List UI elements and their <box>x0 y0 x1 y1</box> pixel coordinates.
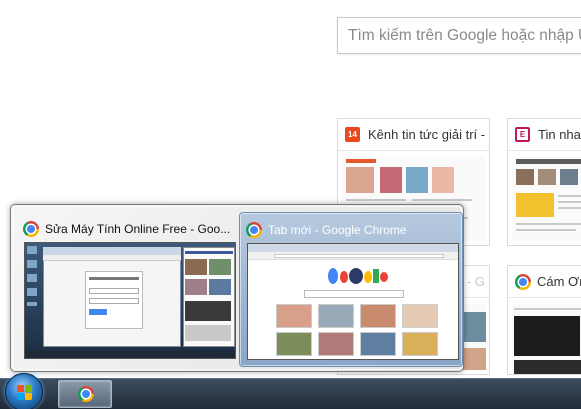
e-news-icon: E <box>515 127 530 142</box>
tile-thumbnail <box>512 304 581 374</box>
peek-window-1[interactable]: Sửa Máy Tính Online Free - Goo... <box>17 212 239 367</box>
peek-window-title: Tab mới - Google Chrome <box>268 223 407 237</box>
start-flag-blue <box>17 393 24 400</box>
peek-window-thumbnail <box>247 243 459 360</box>
chrome-icon <box>23 221 39 237</box>
taskbar-thumbnail-popup: Sửa Máy Tính Online Free - Goo... Tab mớ… <box>10 204 464 372</box>
start-flag-yellow <box>25 393 32 400</box>
chrome-icon <box>78 386 94 402</box>
start-flag-red <box>17 385 24 392</box>
start-flag-green <box>25 385 32 392</box>
tile-title: Tin nhanh <box>538 127 581 142</box>
peek-window-2[interactable]: Tab mới - Google Chrome <box>239 212 463 367</box>
kenh14-icon: 14 <box>345 127 360 142</box>
peek-window-title: Sửa Máy Tính Online Free - Goo... <box>45 222 231 236</box>
taskbar-chrome-button[interactable] <box>58 380 112 408</box>
peek-window-thumbnail <box>24 242 236 359</box>
google-search-box[interactable] <box>337 17 581 54</box>
tile-thumbnail <box>512 157 581 241</box>
most-visited-tile-2[interactable]: E Tin nhanh <box>507 118 581 246</box>
tile-title: Cám Ơn <box>537 274 581 289</box>
most-visited-tile-4[interactable]: Cám Ơn <box>507 265 581 375</box>
windows-start-icon[interactable] <box>5 373 43 409</box>
chrome-icon <box>246 222 262 238</box>
chrome-icon <box>515 273 531 290</box>
tile-title: Kênh tin tức giải trí - X <box>368 127 489 142</box>
search-input[interactable] <box>338 18 581 53</box>
